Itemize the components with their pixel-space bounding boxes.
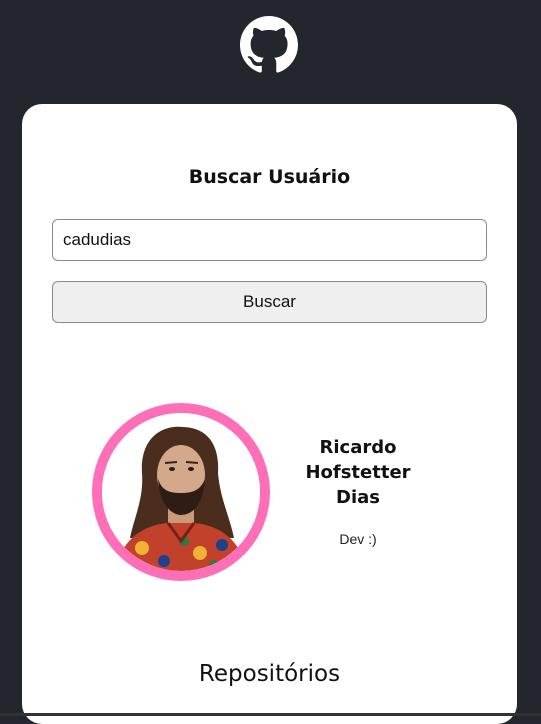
search-button[interactable]: Buscar <box>52 281 487 323</box>
repositories-title: Repositórios <box>198 661 341 687</box>
user-full-name: Ricardo Hofstetter Dias <box>305 437 411 508</box>
github-logo-icon <box>240 16 298 74</box>
search-card: Buscar Usuário Buscar <box>22 104 517 724</box>
user-bio: Dev :) <box>339 531 377 547</box>
search-title: Buscar Usuário <box>188 166 351 188</box>
username-search-input[interactable] <box>52 219 487 261</box>
avatar <box>92 403 270 581</box>
